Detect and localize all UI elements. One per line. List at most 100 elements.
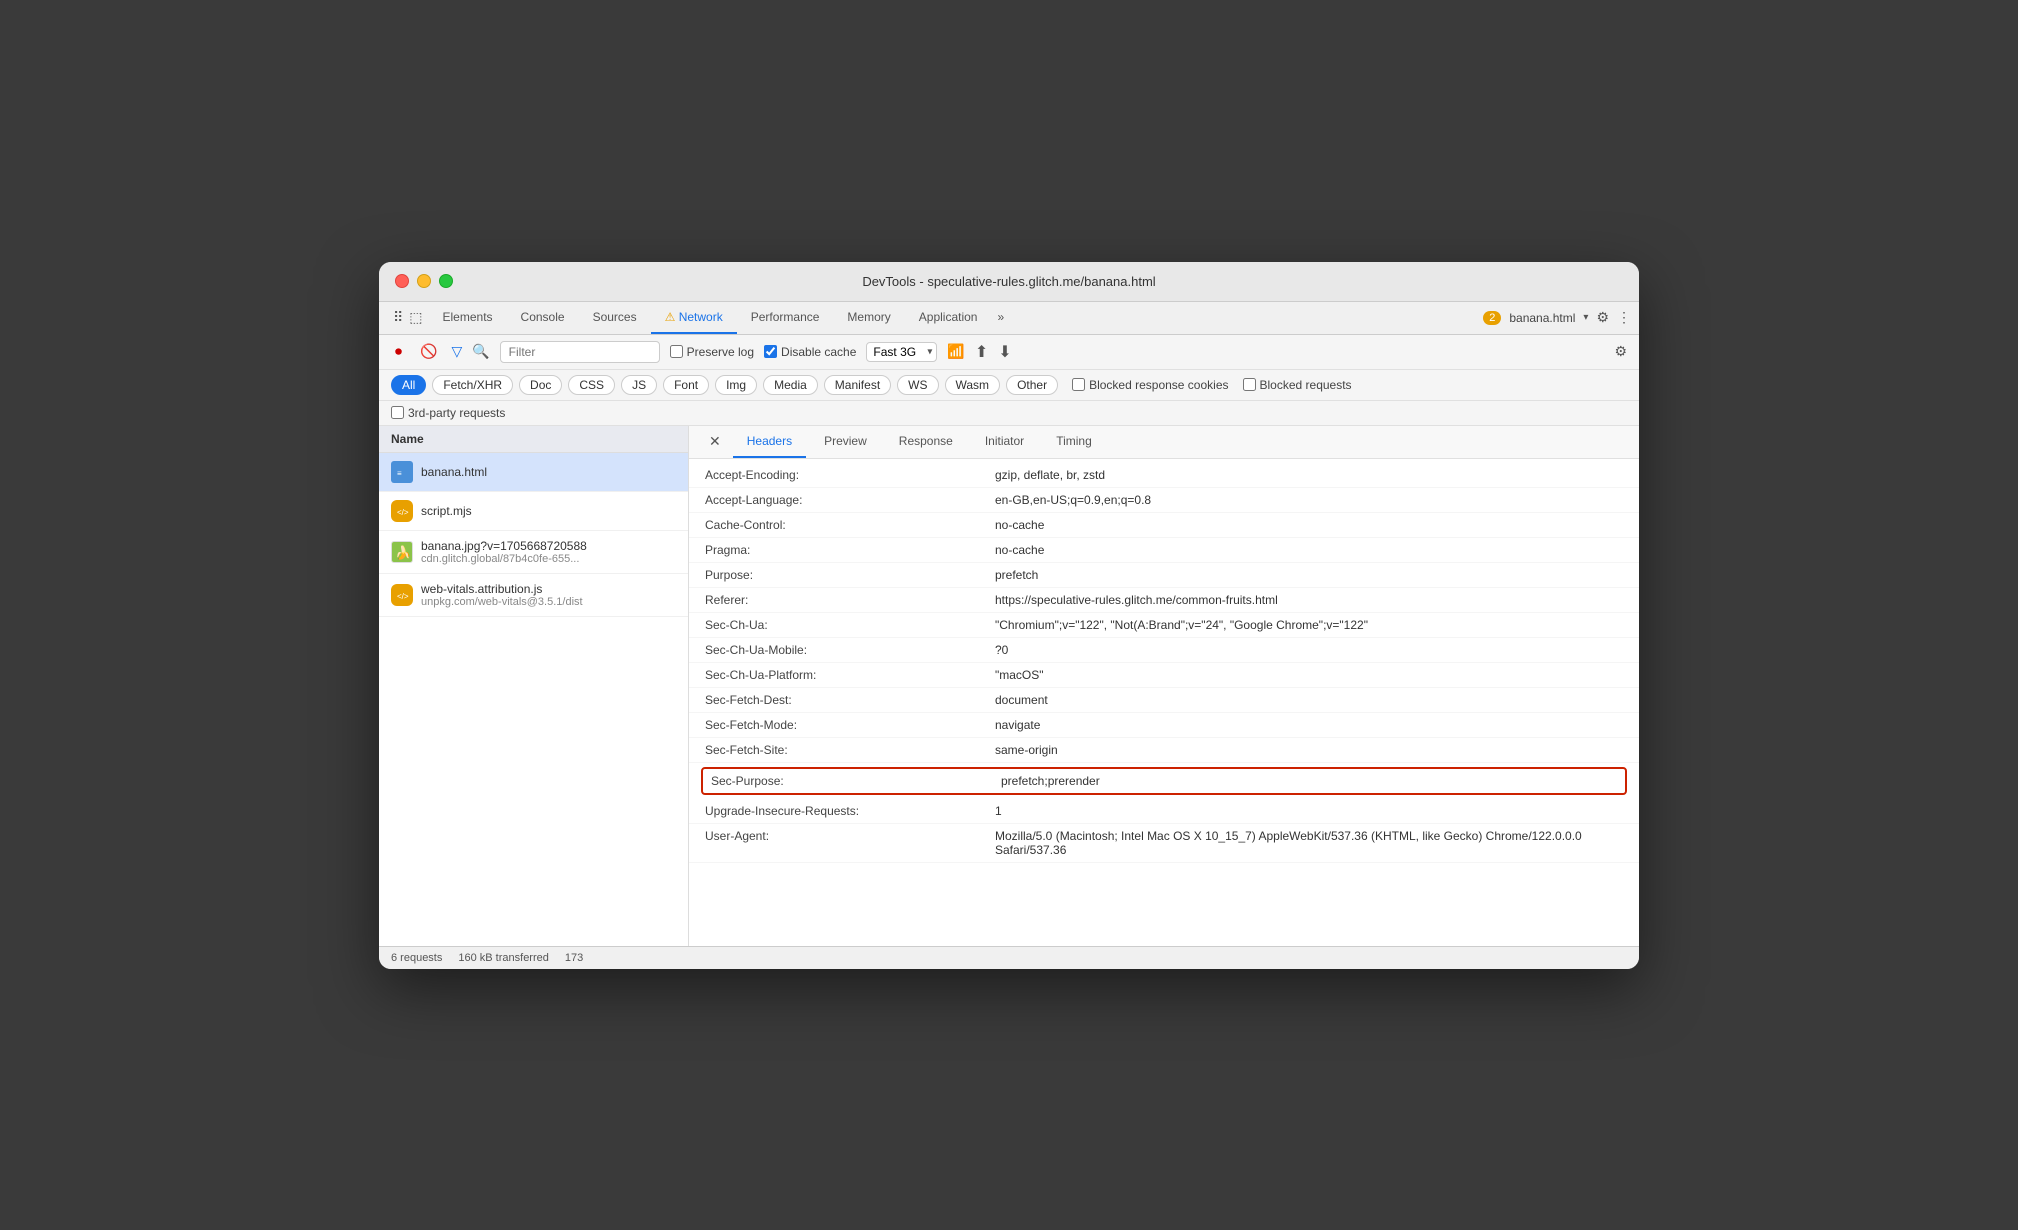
third-party-label[interactable]: 3rd-party requests (391, 406, 1627, 420)
controls-bar: ⏺ 🚫 ▽ 🔍 Preserve log Disable cache Fast … (379, 335, 1639, 370)
filter-wasm-button[interactable]: Wasm (945, 375, 1001, 395)
filter-media-button[interactable]: Media (763, 375, 818, 395)
header-name-sec-fetch-site: Sec-Fetch-Site: (705, 743, 995, 757)
img-file-icon: 🍌 (391, 541, 413, 563)
header-value-referer: https://speculative-rules.glitch.me/comm… (995, 593, 1623, 607)
stop-recording-button[interactable]: ⏺ (391, 341, 406, 362)
svg-text:</>: </> (397, 592, 409, 601)
blocked-response-cookies-checkbox[interactable] (1072, 378, 1085, 391)
header-name-purpose: Purpose: (705, 568, 995, 582)
upload-icon[interactable]: ⬆ (975, 342, 988, 362)
details-tab-preview[interactable]: Preview (810, 426, 881, 458)
filter-js-button[interactable]: JS (621, 375, 657, 395)
blocked-requests-checkbox[interactable] (1243, 378, 1256, 391)
settings-gear-icon[interactable]: ⚙ (1614, 343, 1627, 359)
file-item-script-mjs[interactable]: </> script.mjs (379, 492, 688, 531)
disable-cache-checkbox[interactable] (764, 345, 777, 358)
header-sec-ch-ua-platform: Sec-Ch-Ua-Platform: "macOS" (689, 663, 1639, 688)
maximize-button[interactable] (439, 274, 453, 288)
filter-icon[interactable]: ▽ (451, 343, 462, 360)
filter-ws-button[interactable]: WS (897, 375, 938, 395)
status-bar: 6 requests 160 kB transferred 173 (379, 946, 1639, 969)
header-value-accept-encoding: gzip, deflate, br, zstd (995, 468, 1623, 482)
details-close-button[interactable]: ✕ (701, 427, 729, 456)
warning-badge: 2 (1483, 311, 1501, 325)
filter-input[interactable] (500, 341, 660, 363)
header-upgrade-insecure: Upgrade-Insecure-Requests: 1 (689, 799, 1639, 824)
filter-doc-button[interactable]: Doc (519, 375, 562, 395)
file-name-banana-html: banana.html (421, 465, 487, 479)
throttle-select[interactable]: Fast 3G (866, 342, 937, 362)
details-tab-response[interactable]: Response (885, 426, 967, 458)
filter-other-button[interactable]: Other (1006, 375, 1058, 395)
tab-console[interactable]: Console (507, 302, 579, 334)
file-item-web-vitals[interactable]: </> web-vitals.attribution.js unpkg.com/… (379, 574, 688, 617)
header-name-referer: Referer: (705, 593, 995, 607)
tab-performance[interactable]: Performance (737, 302, 834, 334)
current-file-label[interactable]: banana.html (1509, 311, 1575, 325)
window-title: DevTools - speculative-rules.glitch.me/b… (862, 274, 1155, 289)
disable-cache-label[interactable]: Disable cache (764, 345, 856, 359)
svg-text:🍌: 🍌 (395, 545, 411, 560)
preserve-log-checkbox[interactable] (670, 345, 683, 358)
tab-sources[interactable]: Sources (579, 302, 651, 334)
tab-right-controls: 2 banana.html ▾ ⚙ ⋮ (1483, 309, 1631, 326)
blocked-requests-label[interactable]: Blocked requests (1243, 378, 1352, 392)
header-name-upgrade-insecure: Upgrade-Insecure-Requests: (705, 804, 995, 818)
file-item-banana-jpg[interactable]: 🍌 banana.jpg?v=1705668720588 cdn.glitch.… (379, 531, 688, 574)
requests-count: 6 requests (391, 952, 442, 964)
transferred-size: 160 kB transferred (458, 952, 549, 964)
header-value-pragma: no-cache (995, 543, 1623, 557)
minimize-button[interactable] (417, 274, 431, 288)
header-name-pragma: Pragma: (705, 543, 995, 557)
details-panel: ✕ Headers Preview Response Initiator Tim… (689, 426, 1639, 946)
wifi-icon[interactable]: 📶 (947, 343, 964, 360)
network-warning-icon: ⚠ (665, 310, 676, 324)
preserve-log-label[interactable]: Preserve log (670, 345, 754, 359)
header-accept-encoding: Accept-Encoding: gzip, deflate, br, zstd (689, 463, 1639, 488)
third-party-checkbox[interactable] (391, 406, 404, 419)
details-tab-headers[interactable]: Headers (733, 426, 806, 458)
inspect-icon[interactable]: ⬚ (409, 309, 422, 326)
filter-img-button[interactable]: Img (715, 375, 757, 395)
filter-css-button[interactable]: CSS (568, 375, 615, 395)
details-tab-timing[interactable]: Timing (1042, 426, 1106, 458)
header-value-purpose: prefetch (995, 568, 1623, 582)
header-value-upgrade-insecure: 1 (995, 804, 1623, 818)
filter-font-button[interactable]: Font (663, 375, 709, 395)
file-name-banana-jpg: banana.jpg?v=1705668720588 (421, 539, 587, 553)
file-list: Name ≡ banana.html </> script.mjs 🍌 bana… (379, 426, 689, 946)
tab-network[interactable]: ⚠ Network (651, 302, 737, 334)
right-settings: ⚙ (1614, 343, 1627, 361)
details-tab-initiator[interactable]: Initiator (971, 426, 1038, 458)
header-user-agent: User-Agent: Mozilla/5.0 (Macintosh; Inte… (689, 824, 1639, 863)
filter-manifest-button[interactable]: Manifest (824, 375, 891, 395)
tab-more[interactable]: » (991, 302, 1010, 334)
tab-application[interactable]: Application (905, 302, 992, 334)
blocked-response-cookies-label[interactable]: Blocked response cookies (1072, 378, 1228, 392)
traffic-lights (395, 274, 453, 288)
header-name-sec-ch-ua-mobile: Sec-Ch-Ua-Mobile: (705, 643, 995, 657)
header-value-sec-ch-ua-mobile: ?0 (995, 643, 1623, 657)
headers-content: Accept-Encoding: gzip, deflate, br, zstd… (689, 459, 1639, 867)
more-options-icon[interactable]: ⋮ (1617, 309, 1631, 326)
file-name-web-vitals: web-vitals.attribution.js (421, 582, 583, 596)
clear-button[interactable]: 🚫 (416, 341, 441, 362)
third-party-bar: 3rd-party requests (379, 401, 1639, 426)
header-name-accept-encoding: Accept-Encoding: (705, 468, 995, 482)
download-icon[interactable]: ⬇ (998, 342, 1011, 362)
tab-memory[interactable]: Memory (833, 302, 904, 334)
header-value-sec-fetch-dest: document (995, 693, 1623, 707)
search-icon[interactable]: 🔍 (472, 343, 489, 360)
close-button[interactable] (395, 274, 409, 288)
select-icon[interactable]: ⠿ (393, 309, 403, 326)
file-info-web-vitals: web-vitals.attribution.js unpkg.com/web-… (421, 582, 583, 608)
header-value-sec-ch-ua-platform: "macOS" (995, 668, 1623, 682)
html-file-icon: ≡ (391, 461, 413, 483)
tab-elements[interactable]: Elements (429, 302, 507, 334)
file-item-banana-html[interactable]: ≡ banana.html (379, 453, 688, 492)
settings-icon[interactable]: ⚙ (1596, 309, 1609, 326)
filter-all-button[interactable]: All (391, 375, 426, 395)
file-dropdown-icon[interactable]: ▾ (1583, 312, 1588, 323)
filter-fetchxhr-button[interactable]: Fetch/XHR (432, 375, 513, 395)
